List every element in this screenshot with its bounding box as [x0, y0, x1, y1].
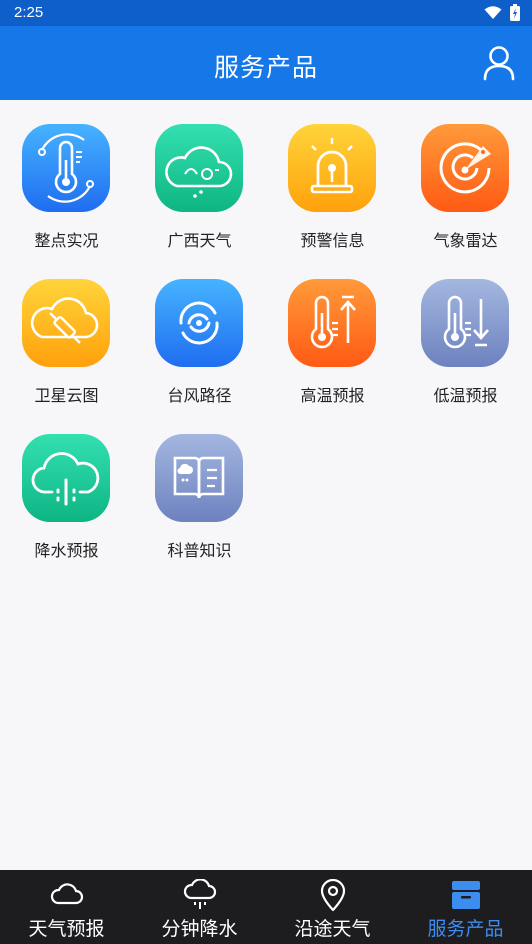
wifi-icon [484, 5, 502, 19]
service-label: 卫星云图 [34, 386, 99, 405]
service-tile-typhoon-track[interactable]: 台风路径 [133, 255, 266, 410]
app-bar: 服务产品 [0, 26, 532, 100]
service-label: 台风路径 [167, 386, 232, 405]
service-tile-weather-radar[interactable]: 气象雷达 [399, 100, 532, 255]
nav-label: 服务产品 [427, 918, 504, 940]
service-tile-precipitation-forecast[interactable]: 降水预报 [0, 410, 133, 565]
radar-icon [421, 124, 509, 212]
thermometer-icon [22, 124, 110, 212]
low-temperature-icon [421, 279, 509, 367]
service-label: 预警信息 [300, 231, 365, 250]
typhoon-icon [155, 279, 243, 367]
nav-label: 沿途天气 [294, 918, 371, 940]
service-tile-hourly-observation[interactable]: 整点实况 [0, 100, 133, 255]
service-label: 降水预报 [34, 541, 99, 560]
satellite-icon [22, 279, 110, 367]
service-tile-science-knowledge[interactable]: 科普知识 [133, 410, 266, 565]
high-temperature-icon [288, 279, 376, 367]
service-label: 低温预报 [433, 386, 498, 405]
guangxi-cloud-icon [155, 124, 243, 212]
location-pin-icon [320, 879, 345, 911]
service-tile-high-temperature[interactable]: 高温预报 [266, 255, 399, 410]
service-tile-satellite-cloud[interactable]: 卫星云图 [0, 255, 133, 410]
page-title: 服务产品 [213, 53, 318, 82]
service-tile-warning-info[interactable]: 预警信息 [266, 100, 399, 255]
nav-tab-service-products[interactable]: 服务产品 [399, 870, 532, 944]
nav-tab-weather-forecast[interactable]: 天气预报 [0, 870, 133, 944]
nav-label: 分钟降水 [161, 918, 238, 940]
cloud-icon [50, 883, 83, 905]
alarm-light-icon [288, 124, 376, 212]
status-icons [484, 4, 520, 21]
service-grid: 整点实况 广西天气 预警信息 气象雷达 卫星云图 台风路径 高温预报 低温预报 … [0, 100, 532, 870]
service-label: 广西天气 [167, 231, 232, 250]
service-label: 气象雷达 [433, 231, 498, 250]
book-icon [155, 434, 243, 522]
nav-tab-route-weather[interactable]: 沿途天气 [266, 870, 399, 944]
bottom-nav: 天气预报 分钟降水 沿途天气 服务产品 [0, 870, 532, 944]
status-bar: 2:25 [0, 0, 532, 26]
nav-label: 天气预报 [28, 918, 105, 940]
rain-cloud-icon [22, 434, 110, 522]
service-label: 高温预报 [300, 386, 365, 405]
service-tile-guangxi-weather[interactable]: 广西天气 [133, 100, 266, 255]
status-time: 2:25 [14, 4, 44, 21]
service-tile-low-temperature[interactable]: 低温预报 [399, 255, 532, 410]
nav-tab-minute-precipitation[interactable]: 分钟降水 [133, 870, 266, 944]
service-label: 整点实况 [34, 231, 99, 250]
battery-icon [510, 4, 520, 21]
rain-icon [183, 879, 216, 909]
profile-button[interactable] [482, 45, 516, 81]
user-icon [483, 46, 515, 81]
service-label: 科普知识 [167, 541, 232, 560]
box-icon [451, 881, 480, 909]
